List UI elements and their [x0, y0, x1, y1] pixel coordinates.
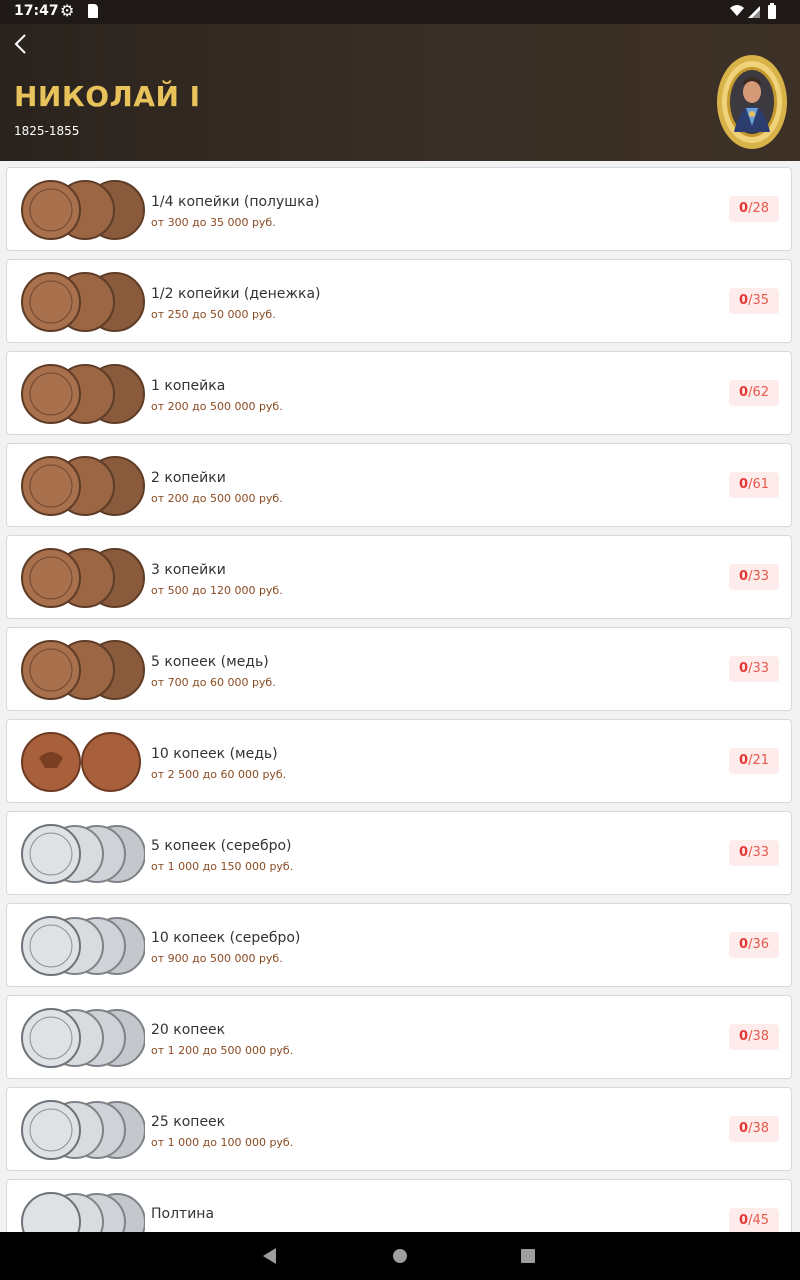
- coin-price-range: от 900 до 500 000 руб.: [151, 952, 283, 965]
- wifi-icon: [730, 5, 744, 16]
- coin-list: 1/4 копейки (полушка) от 300 до 35 000 р…: [0, 161, 800, 1232]
- coin-thumbnail-icon: [21, 548, 145, 608]
- list-item[interactable]: Полтина 0/45: [6, 1179, 792, 1232]
- nav-home-icon[interactable]: [392, 1248, 408, 1264]
- collection-count-badge: 0/38: [729, 1116, 779, 1142]
- collection-count-badge: 0/28: [729, 196, 779, 222]
- coin-price-range: от 2 500 до 60 000 руб.: [151, 768, 287, 781]
- list-item[interactable]: 2 копейки от 200 до 500 000 руб. 0/61: [6, 443, 792, 527]
- settings-gear-icon: ⚙: [60, 1, 75, 20]
- coin-thumbnail-icon: [21, 732, 141, 792]
- coin-thumbnail-icon: [21, 180, 145, 240]
- status-bar: 17:47 ⚙: [0, 0, 800, 24]
- nav-recents-icon[interactable]: [521, 1249, 535, 1263]
- list-item[interactable]: 25 копеек от 1 000 до 100 000 руб. 0/38: [6, 1087, 792, 1171]
- collection-count-badge: 0/61: [729, 472, 779, 498]
- portrait-image: [717, 55, 787, 149]
- collection-count-badge: 0/35: [729, 288, 779, 314]
- status-time: 17:47: [14, 3, 59, 19]
- coin-name: 10 копеек (серебро): [151, 930, 301, 946]
- coin-thumbnail-icon: [21, 640, 145, 700]
- collection-count-badge: 0/33: [729, 840, 779, 866]
- coin-thumbnail-icon: [21, 272, 145, 332]
- list-item[interactable]: 5 копеек (медь) от 700 до 60 000 руб. 0/…: [6, 627, 792, 711]
- collection-count-badge: 0/62: [729, 380, 779, 406]
- list-item[interactable]: 10 копеек (медь) от 2 500 до 60 000 руб.…: [6, 719, 792, 803]
- list-item[interactable]: 1/4 копейки (полушка) от 300 до 35 000 р…: [6, 167, 792, 251]
- coin-thumbnail-icon: [21, 1100, 145, 1160]
- coin-name: 2 копейки: [151, 470, 226, 486]
- coin-price-range: от 300 до 35 000 руб.: [151, 216, 276, 229]
- coin-name: 1 копейка: [151, 378, 226, 394]
- coin-thumbnail-icon: [21, 1008, 145, 1068]
- coin-name: 1/2 копейки (денежка): [151, 286, 321, 302]
- status-icons: [730, 3, 776, 19]
- coin-name: 25 копеек: [151, 1114, 226, 1130]
- collection-count-badge: 0/21: [729, 748, 779, 774]
- coin-name: 5 копеек (серебро): [151, 838, 292, 854]
- reign-years: 1825-1855: [14, 124, 80, 138]
- coin-thumbnail-icon: [21, 916, 145, 976]
- list-item[interactable]: 5 копеек (серебро) от 1 000 до 150 000 р…: [6, 811, 792, 895]
- coin-thumbnail-icon: [21, 1192, 145, 1232]
- battery-icon: [768, 5, 776, 19]
- system-nav-bar: [0, 1232, 800, 1280]
- coin-name: Полтина: [151, 1206, 215, 1222]
- coin-thumbnail-icon: [21, 824, 145, 884]
- coin-price-range: от 700 до 60 000 руб.: [151, 676, 276, 689]
- collection-count-badge: 0/33: [729, 656, 779, 682]
- back-arrow-icon[interactable]: [10, 32, 34, 56]
- coin-thumbnail-icon: [21, 456, 145, 516]
- coin-price-range: от 250 до 50 000 руб.: [151, 308, 276, 321]
- page-title: НИКОЛАЙ I: [14, 80, 201, 113]
- sd-card-icon: [88, 4, 98, 18]
- coin-name: 5 копеек (медь): [151, 654, 269, 670]
- collection-count-badge: 0/33: [729, 564, 779, 590]
- coin-price-range: от 500 до 120 000 руб.: [151, 584, 283, 597]
- coin-name: 10 копеек (медь): [151, 746, 278, 762]
- collection-count-badge: 0/36: [729, 932, 779, 958]
- list-item[interactable]: 20 копеек от 1 200 до 500 000 руб. 0/38: [6, 995, 792, 1079]
- nav-back-icon[interactable]: [262, 1248, 278, 1264]
- app-header: НИКОЛАЙ I 1825-1855: [0, 24, 800, 161]
- list-item[interactable]: 1/2 копейки (денежка) от 250 до 50 000 р…: [6, 259, 792, 343]
- coin-thumbnail-icon: [21, 364, 145, 424]
- collection-count-badge: 0/45: [729, 1208, 779, 1232]
- collection-count-badge: 0/38: [729, 1024, 779, 1050]
- list-item[interactable]: 10 копеек (серебро) от 900 до 500 000 ру…: [6, 903, 792, 987]
- coin-price-range: от 1 200 до 500 000 руб.: [151, 1044, 294, 1057]
- coin-name: 3 копейки: [151, 562, 226, 578]
- coin-price-range: от 1 000 до 100 000 руб.: [151, 1136, 294, 1149]
- coin-price-range: от 200 до 500 000 руб.: [151, 492, 283, 505]
- coin-name: 20 копеек: [151, 1022, 226, 1038]
- list-item[interactable]: 3 копейки от 500 до 120 000 руб. 0/33: [6, 535, 792, 619]
- coin-name: 1/4 копейки (полушка): [151, 194, 320, 210]
- list-item[interactable]: 1 копейка от 200 до 500 000 руб. 0/62: [6, 351, 792, 435]
- coin-price-range: от 200 до 500 000 руб.: [151, 400, 283, 413]
- coin-price-range: от 1 000 до 150 000 руб.: [151, 860, 294, 873]
